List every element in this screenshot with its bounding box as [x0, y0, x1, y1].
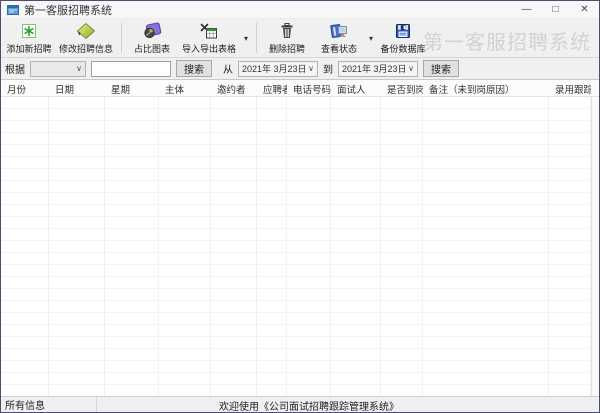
- grid-column-line: [49, 97, 105, 396]
- to-date-picker[interactable]: 2021年 3月23日 ∨: [338, 61, 418, 77]
- header-spacer: [591, 80, 599, 96]
- column-header-attended[interactable]: 是否到岗: [381, 80, 423, 96]
- filter-by-label: 根据: [5, 61, 25, 76]
- grid-column-line: [549, 97, 591, 396]
- grid-column-line: [1, 97, 49, 396]
- status-bar: 所有信息 欢迎使用《公司面试招聘跟踪管理系统》: [1, 396, 599, 412]
- column-header-subject[interactable]: 主体: [159, 80, 211, 96]
- app-window: 第一客服招聘系统 — □ ✕ 添加新招聘: [0, 0, 600, 413]
- toolbar-label: 查看状态: [321, 42, 357, 55]
- toolbar: 添加新招聘 修改招聘信息: [1, 19, 599, 58]
- add-new-icon: [20, 22, 38, 41]
- edit-icon: [76, 22, 96, 41]
- empty-grid[interactable]: [1, 97, 591, 396]
- from-date-picker[interactable]: 2021年 3月23日 ∨: [238, 61, 318, 77]
- grid-column-line: [159, 97, 211, 396]
- view-status-button[interactable]: 查看状态: [313, 20, 365, 57]
- title-bar: 第一客服招聘系统 — □ ✕: [1, 1, 599, 19]
- pie-chart-icon: [142, 22, 162, 41]
- column-header-weekday[interactable]: 星期: [105, 80, 159, 96]
- keyword-input[interactable]: [91, 61, 171, 77]
- chevron-down-icon: ∨: [408, 64, 414, 73]
- column-header-inviter[interactable]: 邀约者: [211, 80, 257, 96]
- import-export-button[interactable]: 导入导出表格: [178, 20, 240, 57]
- column-header-applicant[interactable]: 应聘者: [257, 80, 287, 96]
- grid-column-line: [381, 97, 423, 396]
- column-header-hiring-track[interactable]: 录用跟踪: [549, 80, 591, 96]
- grid-column-line: [211, 97, 257, 396]
- chevron-down-icon: ∨: [76, 64, 82, 73]
- grid-column-line: [331, 97, 381, 396]
- add-recruitment-button[interactable]: 添加新招聘: [3, 20, 55, 57]
- column-header-phone[interactable]: 电话号码: [287, 80, 331, 96]
- to-label: 到: [323, 61, 333, 76]
- table-body[interactable]: [1, 97, 599, 396]
- from-date-value: 2021年 3月23日: [242, 62, 307, 75]
- delete-recruitment-button[interactable]: 删除招聘: [261, 20, 313, 57]
- grid-column-line: [287, 97, 331, 396]
- app-icon: [7, 5, 19, 15]
- toolbar-label: 添加新招聘: [6, 42, 51, 55]
- grid-column-line: [105, 97, 159, 396]
- date-range-search-button[interactable]: 搜索: [423, 60, 459, 77]
- toolbar-label: 删除招聘: [269, 42, 305, 55]
- to-date-value: 2021年 3月23日: [342, 62, 407, 75]
- close-button[interactable]: ✕: [570, 1, 599, 18]
- column-header-month[interactable]: 月份: [1, 80, 49, 96]
- ratio-chart-button[interactable]: 占比图表: [126, 20, 178, 57]
- search-button[interactable]: 搜索: [176, 60, 212, 77]
- status-book-icon: [329, 22, 349, 41]
- import-export-dropdown-arrow-icon[interactable]: ▾: [240, 34, 252, 43]
- watermark-text: 第一客服招聘系统: [423, 26, 591, 55]
- backup-database-button[interactable]: 备份数据库: [377, 20, 429, 57]
- window-title: 第一客服招聘系统: [24, 2, 112, 18]
- chevron-down-icon: ∨: [308, 64, 314, 73]
- filter-bar: 根据 ∨ 搜索 从 2021年 3月23日 ∨ 到 2021年 3月23日 ∨ …: [1, 58, 599, 80]
- vertical-scrollbar[interactable]: [591, 97, 599, 396]
- status-left-panel: 所有信息: [1, 397, 97, 412]
- toolbar-label: 导入导出表格: [182, 42, 236, 55]
- toolbar-separator: [256, 23, 257, 53]
- maximize-button[interactable]: □: [541, 1, 570, 18]
- toolbar-label: 备份数据库: [380, 42, 425, 55]
- from-label: 从: [223, 61, 233, 76]
- minimize-button[interactable]: —: [512, 1, 541, 18]
- import-export-icon: [199, 22, 219, 41]
- column-header-interviewer[interactable]: 面试人: [331, 80, 381, 96]
- column-header-remarks[interactable]: 备注（未到岗原因）: [423, 80, 549, 96]
- filter-field-select[interactable]: ∨: [30, 61, 86, 77]
- trash-icon: [278, 22, 296, 41]
- grid-column-line: [423, 97, 549, 396]
- grid-column-line: [257, 97, 287, 396]
- floppy-disk-icon: [394, 22, 412, 41]
- toolbar-label: 占比图表: [134, 42, 170, 55]
- toolbar-separator: [121, 23, 122, 53]
- toolbar-label: 修改招聘信息: [59, 42, 113, 55]
- table-header: 月份 日期 星期 主体 邀约者 应聘者 电话号码 面试人 是否到岗 备注（未到岗…: [1, 80, 599, 97]
- view-status-dropdown-arrow-icon[interactable]: ▾: [365, 34, 377, 43]
- status-message: 欢迎使用《公司面试招聘跟踪管理系统》: [219, 398, 399, 413]
- edit-recruitment-button[interactable]: 修改招聘信息: [55, 20, 117, 57]
- column-header-date[interactable]: 日期: [49, 80, 105, 96]
